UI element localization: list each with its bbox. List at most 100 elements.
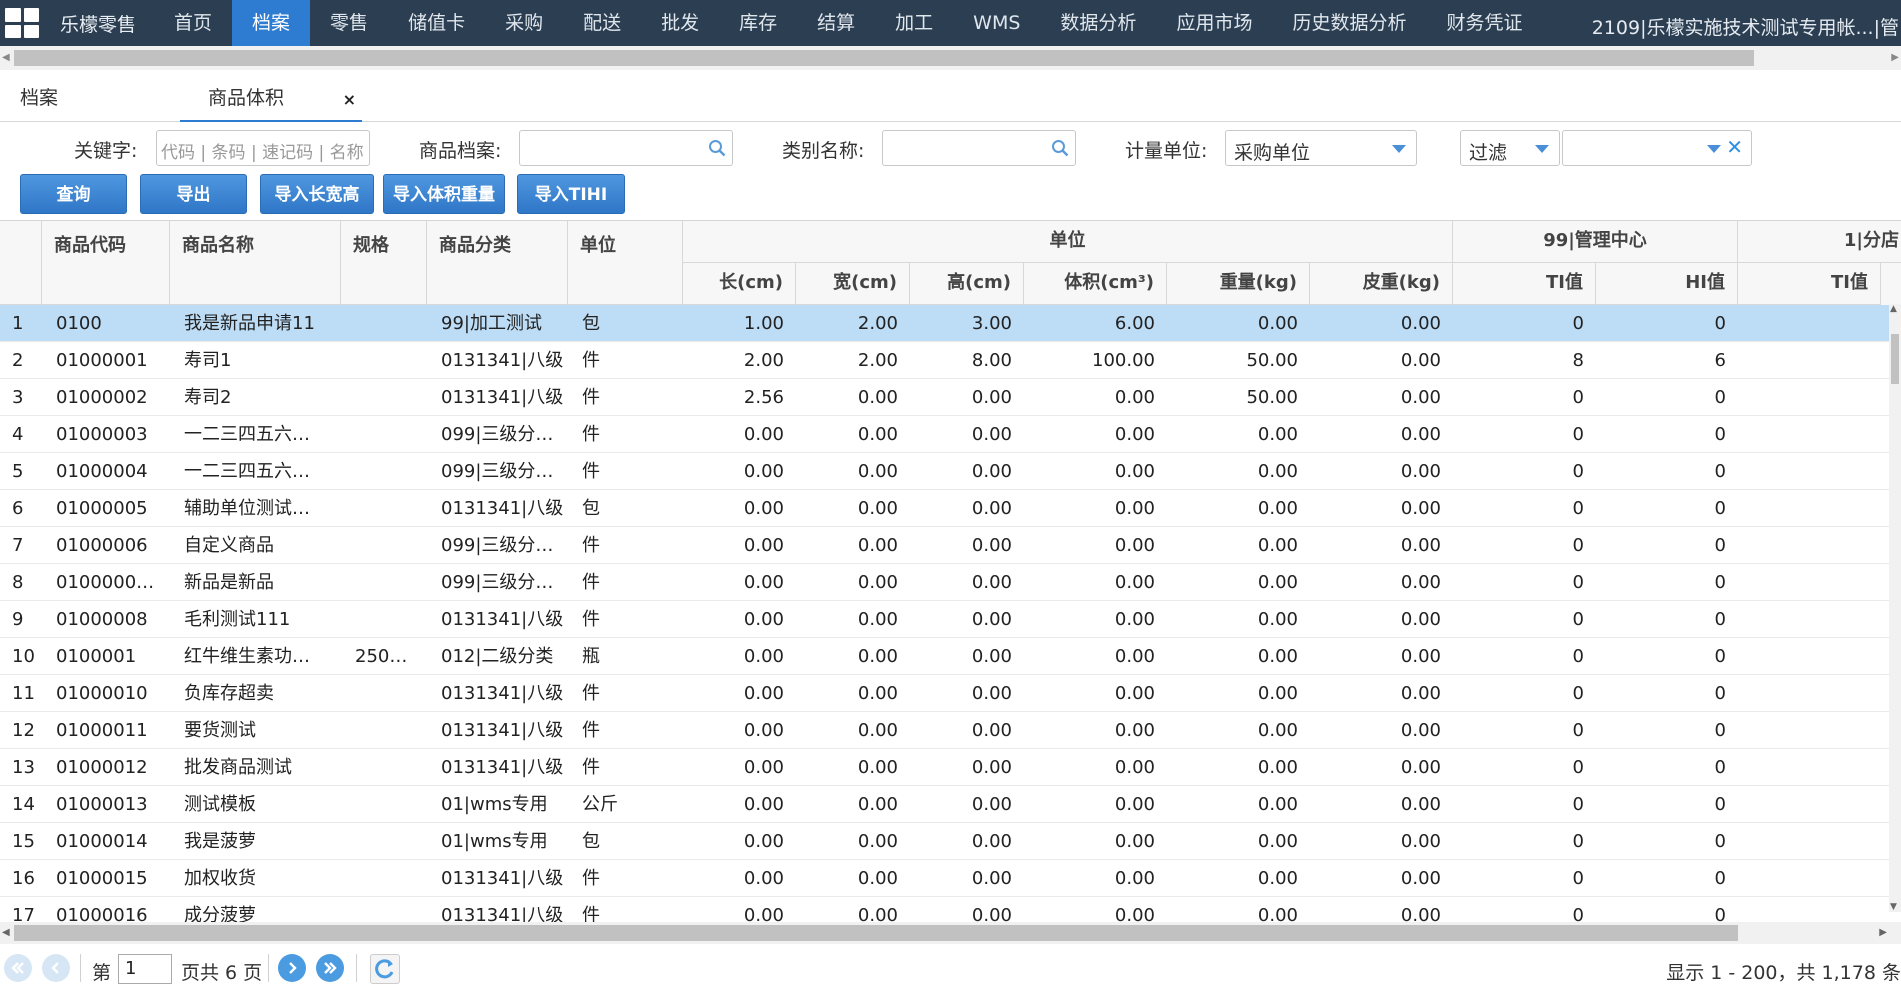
nav-item-archive[interactable]: 档案: [232, 0, 311, 46]
nav-item-distribution[interactable]: 配送: [563, 0, 641, 46]
cell-weight: 50.00: [1246, 387, 1298, 408]
nav-scroll-thumb[interactable]: [14, 50, 1754, 66]
nav-item-wholesale[interactable]: 批发: [641, 0, 719, 46]
cell-length: 0.00: [743, 831, 784, 852]
table-row[interactable]: 14 01000013 测试模板 01|wms专用 公斤 0.00 0.00 0.00 0.00…: [0, 786, 1890, 823]
table-row[interactable]: 1 0100 我是新品申请11 99|加工测试 包 1.00 2.00 3.00 6.00 0.0…: [0, 305, 1890, 342]
scroll-up-icon[interactable]: ▲: [1890, 304, 1897, 314]
nav-scrollbar[interactable]: ◀ ▶: [0, 46, 1901, 70]
cell-row-number: 10: [12, 646, 35, 667]
scroll-right-icon[interactable]: ▶: [1891, 52, 1899, 63]
nav-item-purchase[interactable]: 采购: [485, 0, 563, 46]
table-row[interactable]: 6 01000005 辅助单位测试… 0131341|八级包 0.00 0.00 0.00 0…: [0, 490, 1890, 527]
table-row[interactable]: 3 01000002 寿司2 0131341|八级件 2.56 0.00 0.00 0.00 5…: [0, 379, 1890, 416]
import-tihi-button[interactable]: 导入TIHI: [517, 174, 625, 214]
horizontal-scroll-thumb[interactable]: [14, 925, 1738, 941]
grid-vertical-scrollbar[interactable]: ▲ ▼: [1889, 304, 1901, 912]
chevron-down-icon[interactable]: [1707, 145, 1721, 153]
grid-logo-icon[interactable]: [0, 0, 44, 46]
nav-item-data-analysis[interactable]: 数据分析: [1040, 0, 1156, 46]
cell-unit: 公斤: [582, 794, 618, 815]
scroll-left-icon[interactable]: ◀: [2, 52, 10, 63]
table-row[interactable]: 15 01000014 我是菠萝 01|wms专用 包 0.00 0.00 0.00 0.00 0…: [0, 823, 1890, 860]
table-row[interactable]: 16 01000015 加权收货 0131341|八级件 0.00 0.00 0.00 0.0…: [0, 860, 1890, 897]
filter-select[interactable]: 过滤: [1460, 130, 1560, 166]
export-button[interactable]: 导出: [140, 174, 247, 214]
nav-item-home[interactable]: 首页: [154, 0, 232, 46]
page-number-input[interactable]: 1: [118, 954, 172, 984]
header-unit[interactable]: 单位: [568, 221, 683, 305]
header-height[interactable]: 高(cm): [910, 263, 1024, 305]
table-row[interactable]: 7 01000006 自定义商品 099|三级分… 件 0.00 0.00 0.00 0.00 0…: [0, 527, 1890, 564]
table-row[interactable]: 12 01000011 要货测试 0131341|八级件 0.00 0.00 0.00 0.0…: [0, 712, 1890, 749]
table-row[interactable]: 11 01000010 负库存超卖 0131341|八级件 0.00 0.00 0.00 0.…: [0, 675, 1890, 712]
category-name-input[interactable]: [882, 130, 1076, 166]
header-hi-management[interactable]: HI值: [1596, 263, 1738, 305]
nav-item-settlement[interactable]: 结算: [797, 0, 875, 46]
product-archive-input[interactable]: [519, 130, 733, 166]
scroll-left-icon[interactable]: ◀: [2, 927, 10, 938]
scroll-down-icon[interactable]: ▼: [1890, 902, 1897, 912]
header-name[interactable]: 商品名称: [170, 221, 341, 305]
search-icon[interactable]: [1051, 139, 1069, 157]
product-archive-label: 商品档案:: [419, 140, 502, 162]
keyword-input[interactable]: 代码 | 条码 | 速记码 | 名称: [156, 130, 370, 166]
nav-item-wms[interactable]: WMS: [953, 0, 1040, 46]
nav-item-app-market[interactable]: 应用市场: [1156, 0, 1272, 46]
header-code[interactable]: 商品代码: [42, 221, 170, 305]
table-row[interactable]: 10 0100001 红牛维生素功… 250… 012|二级分类 瓶 0.00 0.00 0.0…: [0, 638, 1890, 675]
cell-hi: 0: [1714, 498, 1726, 519]
prev-page-icon[interactable]: [42, 954, 70, 982]
import-volume-weight-button[interactable]: 导入体积重量: [383, 174, 505, 214]
close-icon[interactable]: ×: [343, 78, 356, 122]
table-row[interactable]: 2 01000001 寿司1 0131341|八级件 2.00 2.00 8.00 100.0…: [0, 342, 1890, 379]
table-row[interactable]: 8 0100000… 新品是新品 099|三级分… 件 0.00 0.00 0.00 0.00 0…: [0, 564, 1890, 601]
header-category[interactable]: 商品分类: [427, 221, 568, 305]
query-button[interactable]: 查询: [20, 174, 127, 214]
import-lwh-button[interactable]: 导入长宽高: [260, 174, 374, 214]
header-ti-management[interactable]: TI值: [1453, 263, 1596, 305]
cell-row-number: 15: [12, 831, 35, 852]
chevron-down-icon[interactable]: [1392, 145, 1406, 153]
table-row[interactable]: 4 01000003 一二三四五六… 099|三级分… 件 0.00 0.00 0.00 0.0…: [0, 416, 1890, 453]
cell-hi: 0: [1714, 387, 1726, 408]
header-volume[interactable]: 体积(cm³): [1024, 263, 1167, 305]
next-page-icon[interactable]: [278, 954, 306, 982]
cell-spec: [355, 823, 425, 860]
header-tare[interactable]: 皮重(kg): [1310, 263, 1453, 305]
grid-horizontal-scrollbar[interactable]: ◀ ▶: [0, 922, 1901, 944]
nav-item-history-analysis[interactable]: 历史数据分析: [1272, 0, 1426, 46]
refresh-button[interactable]: [370, 954, 400, 984]
cell-volume: 0.00: [1114, 461, 1155, 482]
cell-width: 0.00: [857, 498, 898, 519]
table-row[interactable]: 9 01000008 毛利测试111 0131341|八级件 0.00 0.00 0.00 0…: [0, 601, 1890, 638]
nav-item-stored-value-card[interactable]: 储值卡: [388, 0, 485, 46]
scroll-right-icon[interactable]: ▶: [1879, 927, 1887, 938]
clear-icon[interactable]: ✕: [1726, 135, 1743, 159]
header-width[interactable]: 宽(cm): [796, 263, 910, 305]
nav-item-retail[interactable]: 零售: [310, 0, 388, 46]
table-row[interactable]: 17 01000016 成分菠萝 0131341|八级 件 0.00 0.00 0.00 0.0…: [0, 897, 1890, 922]
header-weight[interactable]: 重量(kg): [1167, 263, 1310, 305]
account-name[interactable]: 2109|乐檬实施技术测试专用帐...|管: [1592, 0, 1901, 46]
filter-value-select[interactable]: ✕: [1562, 130, 1752, 166]
nav-item-processing[interactable]: 加工: [875, 0, 953, 46]
cell-category: 0131341|八级: [441, 609, 564, 630]
cell-hi: 0: [1714, 424, 1726, 445]
chevron-down-icon[interactable]: [1535, 145, 1549, 153]
table-row[interactable]: 13 01000012 批发商品测试 0131341|八级件 0.00 0.00 0.00 0…: [0, 749, 1890, 786]
nav-item-inventory[interactable]: 库存: [719, 0, 797, 46]
unit-select[interactable]: 采购单位: [1225, 130, 1417, 166]
first-page-icon[interactable]: [4, 954, 32, 982]
cell-name: 寿司1: [184, 350, 232, 371]
last-page-icon[interactable]: [316, 954, 344, 982]
header-spec[interactable]: 规格: [341, 221, 427, 305]
nav-item-finance-voucher[interactable]: 财务凭证: [1426, 0, 1542, 46]
vertical-scroll-thumb[interactable]: [1891, 334, 1899, 384]
table-row[interactable]: 5 01000004 一二三四五六… 099|三级分… 件 0.00 0.00 0.00 0.0…: [0, 453, 1890, 490]
header-ti-branch[interactable]: TI值: [1738, 263, 1881, 305]
tab-product-volume[interactable]: 商品体积 ×: [180, 76, 362, 122]
header-length[interactable]: 长(cm): [683, 263, 796, 305]
tab-archive[interactable]: 档案: [20, 76, 58, 122]
search-icon[interactable]: [708, 139, 726, 157]
